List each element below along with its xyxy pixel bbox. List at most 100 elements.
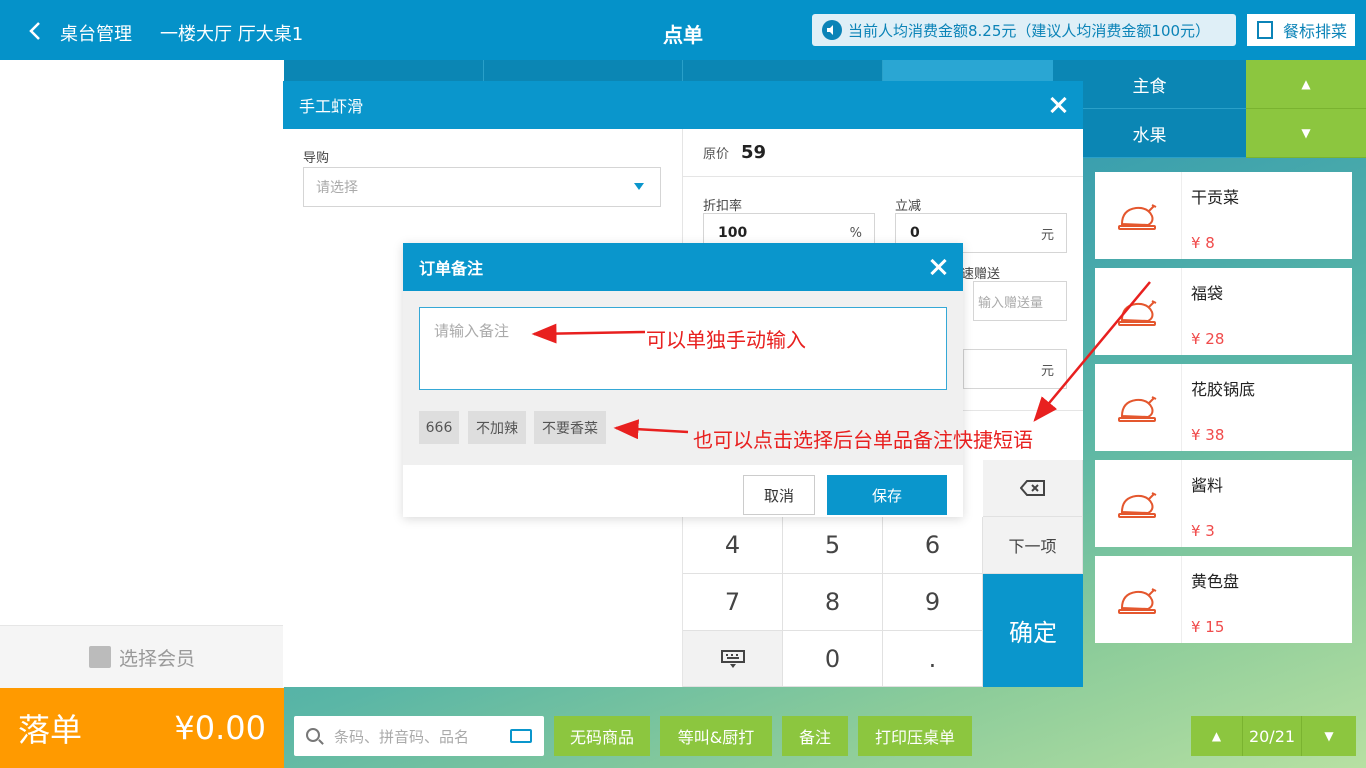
select-member-button[interactable]: 选择会员 [0, 625, 284, 688]
dish-price: ¥ 15 [1191, 618, 1225, 636]
search-placeholder: 条码、拼音码、品名 [334, 727, 470, 746]
search-icon [306, 728, 320, 742]
category-tab[interactable] [483, 60, 683, 82]
dish-price: ¥ 3 [1191, 522, 1215, 540]
wait-call-print-button[interactable]: 等叫&厨打 [660, 716, 772, 756]
close-icon[interactable] [1049, 96, 1067, 114]
back-crumb[interactable]: 桌台管理 [60, 20, 132, 46]
cancel-button[interactable]: 取消 [743, 475, 815, 515]
discount-label: 折扣率 [703, 199, 743, 214]
dish-card[interactable]: 干贡菜 ¥ 8 [1095, 172, 1352, 259]
top-header: 桌台管理 一楼大厅 厅大桌1 点单 当前人均消费金额8.25元（建议人均消费金额… [0, 0, 1366, 60]
notice-text: 当前人均消费金额8.25元（建议人均消费金额100元） [848, 21, 1211, 40]
guide-label: 导购 [303, 151, 330, 166]
category-tabs [284, 60, 1082, 82]
select-member-label: 选择会员 [118, 647, 195, 670]
dish-modal-title: 手工虾滑 [299, 97, 364, 116]
user-icon [88, 646, 111, 668]
chevron-down-icon [634, 183, 644, 190]
key-4[interactable]: 4 [683, 517, 783, 574]
annotation-quick-phrases: 也可以点击选择后台单品备注快捷短语 [693, 428, 1033, 452]
back-arrow-icon[interactable] [26, 18, 48, 44]
confirm-button[interactable]: 确定 [983, 574, 1083, 687]
dish-card[interactable]: 福袋 ¥ 28 [1095, 268, 1352, 355]
category-tab[interactable] [683, 60, 883, 82]
close-icon[interactable] [929, 258, 947, 276]
gift-input[interactable]: 输入赠送量 [973, 281, 1067, 321]
badge-icon [1257, 21, 1273, 39]
discount-value: 100 [718, 225, 748, 241]
dish-roast-chicken-icon [1095, 172, 1182, 259]
place-order-button[interactable]: 落单 ¥0.00 [0, 688, 284, 768]
order-total: ¥0.00 [174, 709, 266, 747]
no-code-item-button[interactable]: 无码商品 [554, 716, 650, 756]
dish-card[interactable]: 酱料 ¥ 3 [1095, 460, 1352, 547]
key-7[interactable]: 7 [683, 574, 783, 631]
rank-dishes-label: 餐标排菜 [1283, 22, 1348, 41]
gift-placeholder: 输入赠送量 [978, 295, 1044, 311]
reduce-label: 立减 [895, 199, 922, 214]
gift-label: 速赠送 [961, 267, 1001, 282]
dish-name: 黄色盘 [1191, 572, 1240, 591]
price-unit: 元 [1040, 363, 1054, 379]
remark-chip[interactable]: 不要香菜 [534, 411, 606, 444]
dish-roast-chicken-icon [1095, 556, 1182, 643]
remark-dialog-title: 订单备注 [419, 259, 484, 278]
remark-chip[interactable]: 666 [419, 411, 459, 444]
guide-select[interactable]: 请选择 [303, 167, 661, 207]
key-0[interactable]: 0 [783, 631, 883, 687]
print-table-slip-button[interactable]: 打印压桌单 [858, 716, 972, 756]
page-up-button[interactable]: ▲ [1191, 716, 1242, 756]
remark-button[interactable]: 备注 [782, 716, 848, 756]
key-dot[interactable]: . [883, 631, 983, 687]
order-list-panel [0, 60, 284, 688]
search-input[interactable]: 条码、拼音码、品名 [294, 716, 544, 756]
table-crumb: 一楼大厅 厅大桌1 [160, 24, 304, 45]
dish-price: ¥ 8 [1191, 234, 1215, 252]
save-button[interactable]: 保存 [827, 475, 947, 515]
original-price-value: 59 [741, 142, 767, 163]
keyboard-toggle-button[interactable] [683, 631, 783, 687]
keyboard-icon[interactable] [510, 729, 532, 743]
key-8[interactable]: 8 [783, 574, 883, 631]
category-down-button[interactable]: ▼ [1246, 109, 1366, 158]
dish-name: 干贡菜 [1191, 188, 1240, 207]
guide-placeholder: 请选择 [316, 180, 358, 196]
keyboard-icon [720, 649, 745, 668]
dish-card[interactable]: 花胶锅底 ¥ 38 [1095, 364, 1352, 451]
key-9[interactable]: 9 [883, 574, 983, 631]
backspace-button[interactable] [983, 460, 1083, 517]
key-5[interactable]: 5 [783, 517, 883, 574]
category-tab[interactable] [284, 60, 484, 82]
page-down-button[interactable]: ▼ [1302, 716, 1356, 756]
dish-roast-chicken-icon [1095, 364, 1182, 451]
page-indicator: 20/21 [1242, 716, 1302, 756]
reduce-value: 0 [910, 225, 920, 241]
remark-chip[interactable]: 不加辣 [468, 411, 526, 444]
original-price-row: 原价 59 [683, 129, 1083, 177]
dish-name: 福袋 [1191, 284, 1224, 303]
order-remark-dialog: 订单备注 请输入备注 666 不加辣 不要香菜 取消 保存 [403, 243, 963, 517]
annotation-manual-input: 可以单独手动输入 [646, 328, 806, 352]
original-price-label: 原价 [703, 147, 730, 162]
dish-name: 酱料 [1191, 476, 1224, 495]
dish-card[interactable]: 黄色盘 ¥ 15 [1095, 556, 1352, 643]
rank-dishes-button[interactable]: 餐标排菜 [1247, 14, 1355, 46]
reduce-unit: 元 [1040, 227, 1054, 243]
dish-roast-chicken-icon [1095, 268, 1182, 355]
dish-roast-chicken-icon [1095, 460, 1182, 547]
remark-dialog-footer: 取消 保存 [403, 465, 963, 517]
place-order-label: 落单 [18, 711, 83, 749]
key-6[interactable]: 6 [883, 517, 983, 574]
next-item-button[interactable]: 下一项 [983, 517, 1083, 574]
backspace-icon [1019, 480, 1045, 496]
category-up-button[interactable]: ▲ [1246, 60, 1366, 109]
category-pager: ▲ ▼ [1246, 60, 1366, 158]
dish-name: 花胶锅底 [1191, 380, 1256, 399]
speaker-icon [822, 20, 842, 40]
price-input[interactable]: 元 [963, 349, 1067, 389]
remark-placeholder: 请输入备注 [434, 322, 510, 340]
discount-unit: % [849, 225, 862, 241]
consumption-notice: 当前人均消费金额8.25元（建议人均消费金额100元） [812, 14, 1236, 46]
dish-modal-header: 手工虾滑 [283, 81, 1083, 129]
